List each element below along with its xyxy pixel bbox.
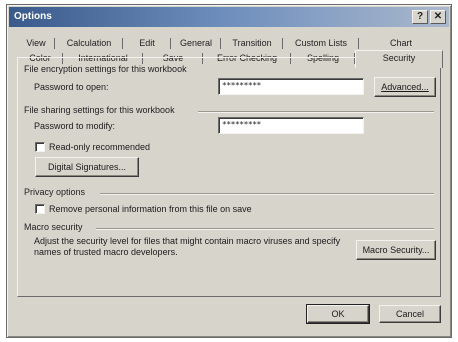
tab-calculation[interactable]: Calculation: [55, 36, 123, 51]
tab-transition[interactable]: Transition: [221, 36, 283, 51]
tab-security[interactable]: Security: [355, 50, 443, 68]
tab-chart[interactable]: Chart: [359, 36, 443, 51]
digital-signatures-button-label: Digital Signatures...: [47, 162, 127, 172]
cancel-button-label: Cancel: [395, 309, 424, 319]
macro-description: Adjust the security level for files that…: [34, 236, 341, 257]
tab-row-1: View Calculation Edit General Transition…: [17, 36, 443, 51]
encryption-section-header: File encryption settings for this workbo…: [24, 64, 187, 74]
options-dialog: Options ? ✕ View Calculation Edit Genera…: [6, 4, 452, 338]
tab-general[interactable]: General: [171, 36, 221, 51]
macro-section-header: Macro security: [24, 222, 83, 232]
remove-personal-info-checkbox[interactable]: [35, 204, 45, 214]
password-to-open-label: Password to open:: [34, 82, 109, 92]
privacy-divider: [100, 193, 434, 195]
title-bar[interactable]: Options ? ✕: [9, 7, 449, 27]
advanced-button-label: Advanced...: [381, 82, 429, 92]
tab-custom-lists[interactable]: Custom Lists: [283, 36, 359, 51]
tab-edit[interactable]: Edit: [123, 36, 171, 51]
password-to-open-input[interactable]: *********: [218, 78, 364, 95]
security-tab-panel: File encryption settings for this workbo…: [17, 57, 441, 297]
close-button[interactable]: ✕: [430, 10, 446, 24]
privacy-section-header: Privacy options: [24, 187, 86, 197]
advanced-button[interactable]: Advanced...: [374, 77, 436, 97]
remove-personal-info-label: Remove personal information from this fi…: [49, 204, 252, 214]
sharing-section-header: File sharing settings for this workbook: [24, 105, 175, 115]
ok-button-label: OK: [331, 309, 345, 319]
tab-view[interactable]: View: [17, 36, 55, 51]
macro-divider: [96, 228, 434, 230]
help-button[interactable]: ?: [412, 10, 428, 24]
password-to-modify-input[interactable]: *********: [218, 117, 364, 134]
sharing-divider: [198, 111, 434, 113]
close-icon: ✕: [433, 11, 443, 22]
macro-security-button[interactable]: Macro Security...: [356, 240, 436, 260]
ok-button[interactable]: OK: [306, 304, 370, 324]
help-icon: ?: [416, 11, 424, 22]
read-only-label: Read-only recommended: [49, 142, 151, 152]
read-only-checkbox[interactable]: [35, 142, 45, 152]
password-to-modify-label: Password to modify:: [34, 121, 116, 131]
cancel-button[interactable]: Cancel: [379, 305, 441, 323]
window-title: Options: [14, 11, 52, 22]
macro-security-button-label: Macro Security...: [362, 245, 430, 255]
digital-signatures-button[interactable]: Digital Signatures...: [35, 157, 139, 177]
